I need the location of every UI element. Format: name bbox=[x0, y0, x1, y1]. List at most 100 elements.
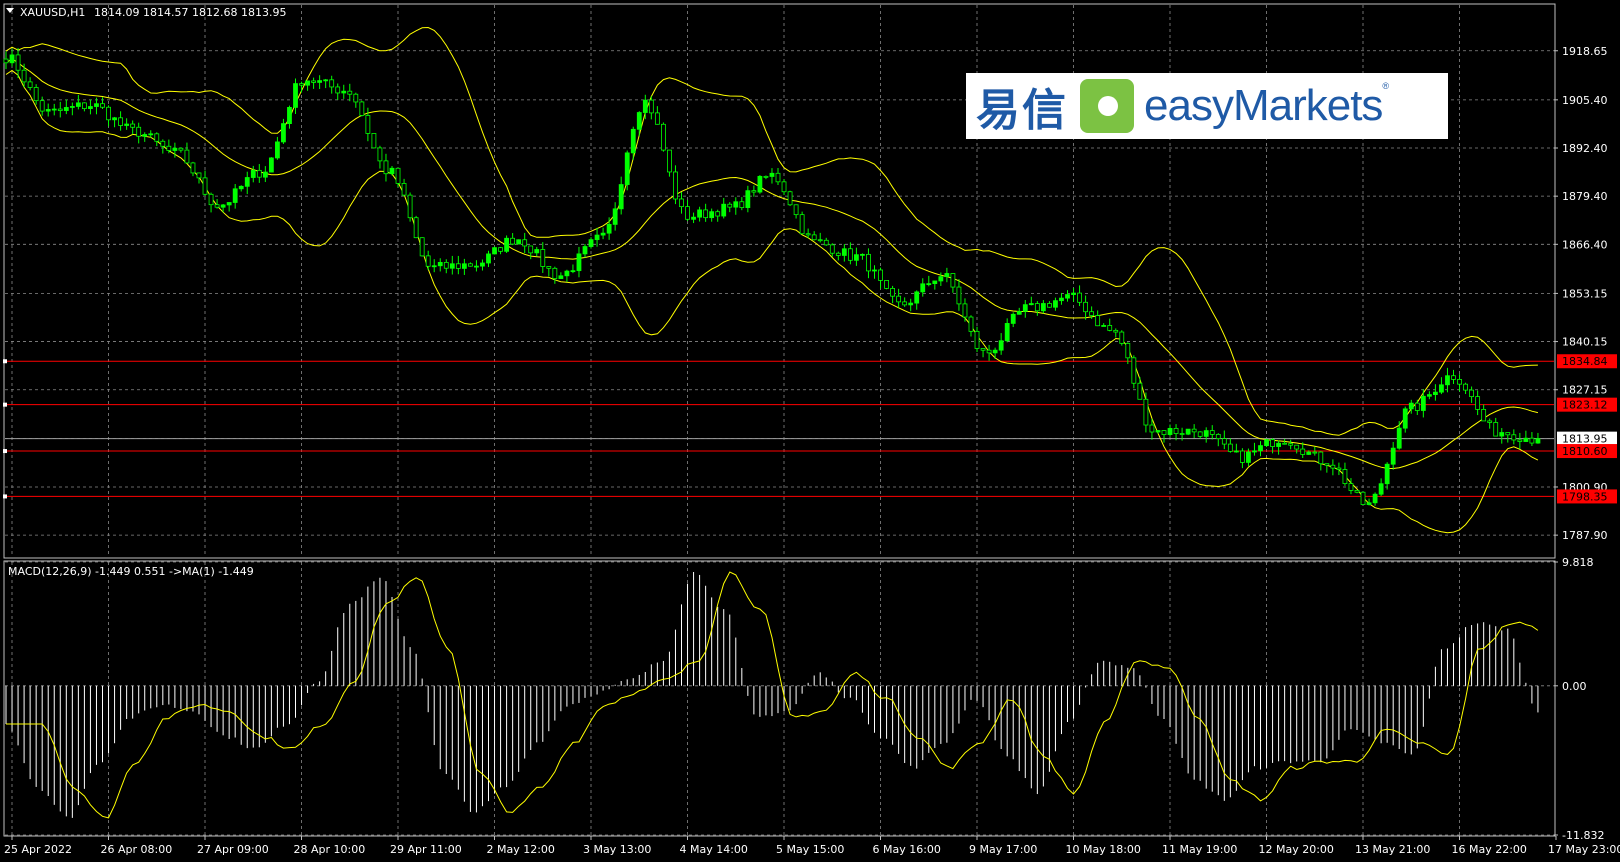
candle-body bbox=[1209, 430, 1215, 435]
candle-body bbox=[1402, 408, 1408, 429]
candle-body bbox=[811, 234, 817, 241]
candle-body bbox=[100, 103, 105, 108]
candle-body bbox=[854, 254, 859, 261]
candle-body bbox=[130, 123, 136, 128]
candle-body bbox=[371, 133, 377, 149]
candle-body bbox=[1342, 469, 1348, 484]
candle-body bbox=[1022, 304, 1028, 312]
time-tick-label: 11 May 19:00 bbox=[1162, 843, 1237, 856]
candle-body bbox=[33, 87, 39, 102]
candle-body bbox=[311, 80, 316, 83]
candle-body bbox=[468, 263, 473, 267]
time-tick-label: 5 May 15:00 bbox=[776, 843, 844, 856]
candle-body bbox=[1523, 437, 1529, 442]
candle-body bbox=[226, 202, 232, 206]
candle-body bbox=[407, 194, 413, 219]
level-anchor-icon[interactable] bbox=[3, 359, 7, 364]
price-tick-label: 1918.65 bbox=[1562, 45, 1608, 58]
candle-body bbox=[1481, 409, 1487, 422]
time-tick-label: 13 May 21:00 bbox=[1355, 843, 1430, 856]
candle-body bbox=[443, 262, 449, 269]
level-price-tag-label: 1823.12 bbox=[1562, 399, 1608, 412]
candle-body bbox=[636, 112, 642, 130]
time-tick-label: 28 Apr 10:00 bbox=[294, 843, 366, 856]
level-anchor-icon[interactable] bbox=[3, 494, 7, 499]
time-tick-label: 9 May 17:00 bbox=[969, 843, 1037, 856]
time-tick-label: 6 May 16:00 bbox=[873, 843, 941, 856]
candle-body bbox=[57, 108, 63, 111]
candle-body bbox=[829, 244, 835, 254]
level-anchor-icon[interactable] bbox=[3, 402, 7, 407]
candle-body bbox=[1053, 300, 1058, 308]
candle-body bbox=[1197, 431, 1203, 437]
candle-body bbox=[956, 286, 962, 305]
macd-tick-label: 0.00 bbox=[1562, 680, 1587, 693]
candle-body bbox=[250, 169, 256, 178]
time-tick-label: 2 May 12:00 bbox=[487, 843, 555, 856]
price-tick-label: 1905.40 bbox=[1562, 94, 1608, 107]
candle-body bbox=[986, 349, 992, 354]
candle-body bbox=[510, 237, 516, 245]
time-tick-label: 29 Apr 11:00 bbox=[390, 843, 462, 856]
candle-body bbox=[739, 201, 745, 208]
candle-body bbox=[1390, 447, 1396, 465]
candle-body bbox=[558, 275, 564, 279]
time-tick-label: 10 May 18:00 bbox=[1066, 843, 1141, 856]
candle-body bbox=[1034, 303, 1040, 312]
candle-body bbox=[727, 203, 733, 208]
candle-body bbox=[866, 253, 871, 272]
candle-body bbox=[1167, 427, 1173, 435]
candle-body bbox=[805, 233, 811, 236]
candle-body bbox=[1113, 329, 1119, 333]
candle-body bbox=[721, 203, 727, 217]
candle-body bbox=[142, 134, 148, 137]
candle-body bbox=[534, 249, 540, 254]
candle-body bbox=[570, 270, 576, 273]
candle-body bbox=[160, 140, 166, 147]
candle-body bbox=[944, 273, 950, 278]
candle-body bbox=[1215, 433, 1221, 440]
level-price-tag-label: 1798.35 bbox=[1562, 490, 1608, 503]
candle-body bbox=[178, 147, 184, 151]
candle-body bbox=[769, 172, 775, 177]
candle-body bbox=[106, 106, 111, 121]
candle-body bbox=[667, 149, 672, 173]
candle-body bbox=[287, 106, 292, 125]
candle-body bbox=[1433, 391, 1438, 395]
candle-body bbox=[703, 209, 709, 219]
candle-body bbox=[1089, 311, 1095, 316]
candle-body bbox=[293, 83, 298, 108]
candle-body bbox=[938, 276, 944, 282]
candle-body bbox=[709, 211, 715, 219]
candle-body bbox=[793, 204, 799, 216]
candle-body bbox=[425, 255, 431, 267]
candle-body bbox=[305, 80, 310, 86]
candle-body bbox=[359, 101, 365, 116]
candle-body bbox=[220, 204, 226, 208]
candle-body bbox=[624, 152, 630, 185]
candle-body bbox=[1155, 430, 1161, 433]
candle-body bbox=[196, 172, 202, 179]
candle-body bbox=[685, 206, 690, 220]
candle-body bbox=[697, 209, 702, 218]
price-tick-label: 1853.15 bbox=[1562, 287, 1608, 300]
candle-body bbox=[413, 217, 419, 239]
macd-tick-label: -11.832 bbox=[1562, 829, 1604, 842]
candle-body bbox=[781, 181, 787, 193]
candle-body bbox=[148, 133, 154, 136]
level-price-tag-label: 1834.84 bbox=[1562, 355, 1608, 368]
candle-body bbox=[1294, 444, 1300, 450]
candle-body bbox=[486, 253, 491, 264]
candle-body bbox=[1095, 315, 1101, 327]
candle-body bbox=[281, 123, 286, 143]
price-tick-label: 1827.15 bbox=[1562, 384, 1608, 397]
candle-body bbox=[884, 280, 889, 289]
candle-body bbox=[124, 123, 130, 126]
level-anchor-icon[interactable] bbox=[3, 449, 7, 454]
candle-body bbox=[980, 348, 986, 351]
candle-body bbox=[860, 253, 865, 256]
price-tick-label: 1879.40 bbox=[1562, 190, 1608, 203]
candle-body bbox=[896, 295, 902, 303]
macd-label: MACD(12,26,9) -1.449 0.551 ->MA(1) -1.44… bbox=[8, 565, 254, 578]
candle-body bbox=[82, 102, 87, 109]
